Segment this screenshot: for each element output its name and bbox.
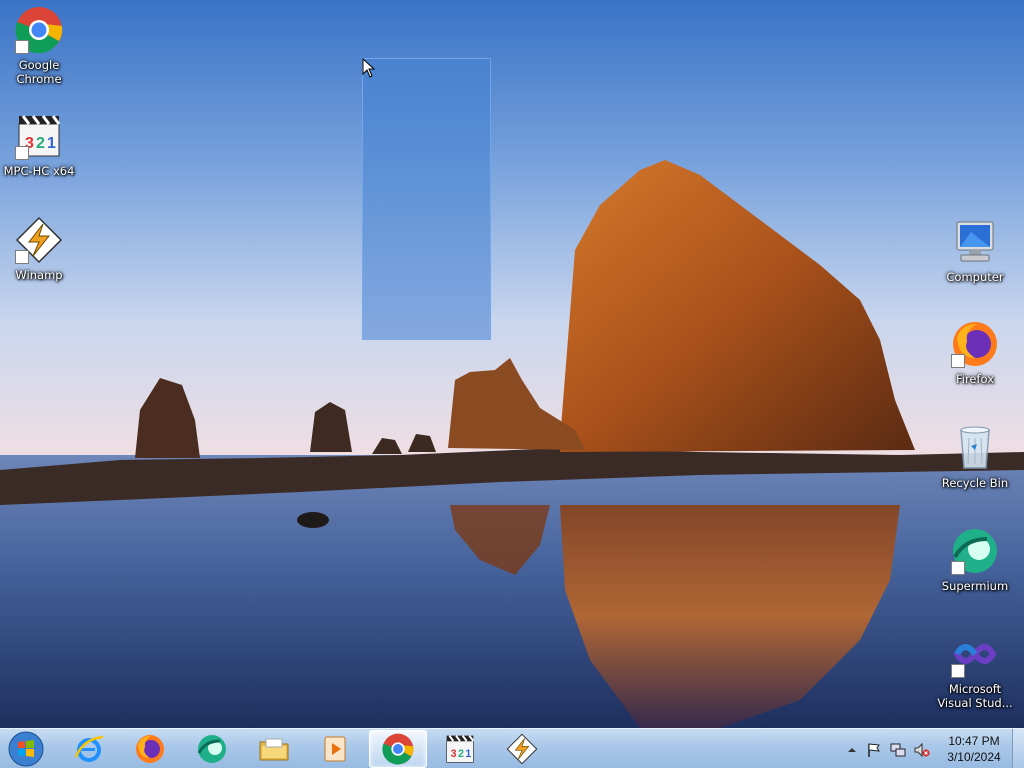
taskbar-supermium[interactable] [183, 730, 241, 768]
media-player-icon [324, 736, 346, 762]
action-center-flag-icon[interactable] [866, 742, 882, 758]
desktop-icon-label: Winamp [15, 268, 63, 282]
mpc-hc-icon: 3 2 1 [15, 112, 63, 160]
desktop-icon-google-chrome[interactable]: Google Chrome [1, 6, 77, 96]
computer-icon [951, 218, 999, 266]
desktop-icon-recycle-bin[interactable]: Recycle Bin [937, 424, 1013, 514]
clock-date: 3/10/2024 [947, 750, 1001, 764]
shortcut-arrow-icon [15, 40, 29, 54]
desktop-icon-computer[interactable]: Computer [937, 218, 1013, 308]
taskbar-internet-explorer[interactable] [60, 730, 118, 768]
desktop-icon-label: Recycle Bin [941, 476, 1009, 490]
svg-text:3: 3 [451, 748, 457, 760]
clock-time: 10:47 PM [948, 734, 1000, 748]
svg-text:2: 2 [36, 135, 45, 152]
start-button[interactable] [6, 730, 46, 768]
network-icon[interactable] [890, 742, 906, 758]
chrome-icon [382, 733, 414, 765]
svg-text:1: 1 [47, 135, 56, 152]
desktop-icon-mpc-hc[interactable]: 3 2 1 MPC-HC x64 [1, 112, 77, 202]
taskbar-firefox[interactable] [121, 730, 179, 768]
drag-selection-rectangle [362, 58, 491, 340]
desktop-icon-label: Microsoft Visual Stud... [937, 682, 1013, 710]
recycle-bin-icon [951, 424, 999, 472]
winamp-icon [15, 216, 63, 264]
shortcut-arrow-icon [15, 146, 29, 160]
winamp-icon [506, 733, 538, 765]
system-tray [840, 729, 940, 768]
taskbar-clock[interactable]: 10:47 PM 3/10/2024 [940, 733, 1008, 765]
mpc-hc-icon: 3 2 1 [446, 735, 475, 763]
firefox-icon [136, 735, 164, 763]
taskbar-winamp[interactable] [493, 730, 551, 768]
desktop-icon-winamp[interactable]: Winamp [1, 216, 77, 306]
taskbar-chrome[interactable] [369, 730, 427, 768]
internet-explorer-icon [74, 735, 104, 762]
desktop-icon-firefox[interactable]: Firefox [937, 320, 1013, 410]
desktop-icon-label: Computer [946, 270, 1004, 284]
desktop-icon-label: MPC-HC x64 [3, 164, 75, 178]
svg-text:1: 1 [465, 748, 471, 760]
firefox-icon [951, 320, 999, 368]
desktop-icon-visual-studio[interactable]: Microsoft Visual Stud... [937, 630, 1013, 720]
supermium-icon [951, 527, 999, 575]
wallpaper-landscape [0, 0, 1024, 728]
desktop-icon-label: Firefox [955, 372, 995, 386]
svg-text:2: 2 [458, 748, 464, 760]
shortcut-arrow-icon [951, 664, 965, 678]
desktop-icon-label: Google Chrome [16, 58, 62, 86]
file-explorer-icon [259, 738, 289, 761]
volume-muted-icon[interactable] [914, 742, 930, 758]
shortcut-arrow-icon [951, 561, 965, 575]
chrome-icon [15, 6, 63, 54]
windows-start-icon [8, 731, 44, 767]
mouse-pointer-icon [362, 58, 376, 78]
show-desktop-button[interactable] [1012, 729, 1024, 768]
visual-studio-icon [951, 630, 999, 678]
supermium-icon [197, 735, 226, 763]
desktop-icon-label: Supermium [941, 579, 1009, 593]
desktop-wallpaper [0, 0, 1024, 728]
taskbar-media-player[interactable] [306, 730, 364, 768]
shortcut-arrow-icon [15, 250, 29, 264]
shortcut-arrow-icon [951, 354, 965, 368]
taskbar-file-explorer[interactable] [245, 730, 303, 768]
show-hidden-icons-arrow[interactable] [844, 742, 860, 758]
desktop-icon-supermium[interactable]: Supermium [937, 527, 1013, 617]
taskbar-mpc-hc[interactable]: 3 2 1 [431, 730, 489, 768]
taskbar: 3 2 1 10:47 PM 3/10/2024 [0, 728, 1024, 768]
